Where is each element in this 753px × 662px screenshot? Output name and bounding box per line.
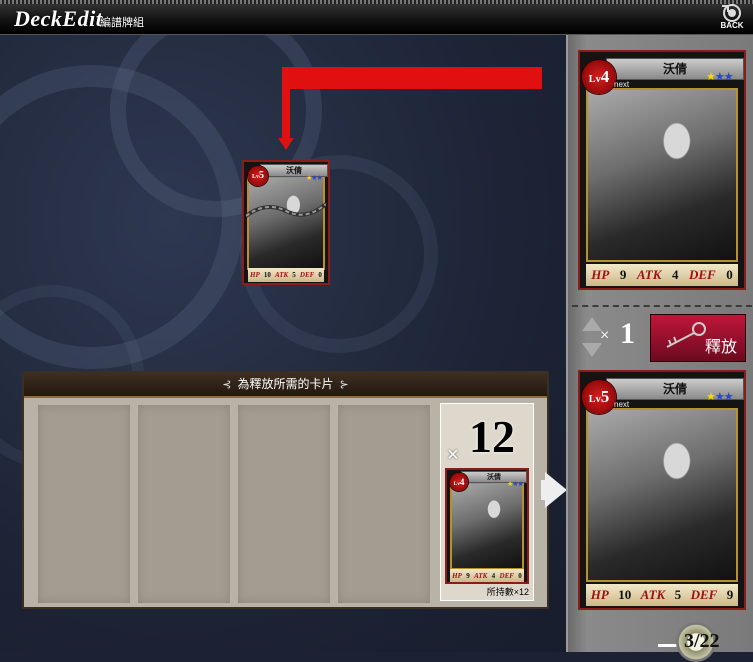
hp-label: HP	[452, 571, 462, 580]
release-panel-header: ⊰ 為釋放所需的卡片 ⊱	[24, 373, 547, 398]
card-stats: HP 9 ATK 4 DEF 0	[450, 569, 524, 582]
level-badge: Lv5	[248, 166, 268, 186]
card-counter: 3/22	[658, 620, 753, 662]
guide-arrow	[282, 67, 542, 89]
owned-count-label: 所持數×12	[486, 587, 529, 597]
rarity-stars: ★★★	[706, 71, 734, 83]
def-value: 0	[518, 571, 522, 580]
def-value: 0	[726, 267, 733, 282]
ornament-left-icon: ⊰	[222, 379, 232, 391]
next-label: next	[614, 400, 630, 409]
card-stats: HP 10 ATK 5 DEF 9	[586, 584, 738, 606]
level-value: 5	[600, 387, 610, 406]
card-art	[588, 90, 736, 260]
empty-card-slot[interactable]	[138, 405, 230, 603]
current-card-preview: 沃倩 Lv4 next ★★★ HP 9 ATK 4 DEF 0	[578, 50, 746, 290]
empty-card-slot[interactable]	[38, 405, 130, 603]
release-panel: ⊰ 為釋放所需的卡片 ⊱ × 12 沃倩 Lv4 ★★★ HP 9 ATK 4 DEF 0…	[22, 371, 549, 609]
stack-count: 12	[469, 411, 515, 462]
level-value: 4	[600, 67, 610, 86]
stack-card: 沃倩 Lv4 ★★★ HP 9 ATK 4 DEF 0	[445, 468, 529, 584]
atk-value: 4	[491, 571, 496, 580]
quantity-stepper[interactable]	[582, 317, 602, 357]
hp-value: 10	[263, 271, 271, 279]
hp-value: 10	[618, 587, 632, 602]
def-label: DEF	[690, 587, 718, 602]
def-label: DEF	[299, 271, 315, 279]
selected-card[interactable]: 沃倩 Lv5 ★★★ HP 10 ATK 5 DEF 0	[242, 160, 330, 285]
hp-label: HP	[590, 587, 609, 602]
rarity-stars: ★★★	[306, 174, 323, 182]
atk-label: ATK	[474, 571, 488, 580]
hp-label: HP	[591, 267, 610, 282]
top-stripe	[0, 0, 753, 4]
card-art	[588, 410, 736, 580]
empty-card-slot[interactable]	[238, 405, 330, 603]
card-stats: HP 9 ATK 4 DEF 0	[586, 264, 738, 286]
level-value: 5	[259, 170, 264, 181]
key-icon	[666, 322, 706, 348]
chain-icon	[246, 202, 326, 218]
decrease-arrow-icon[interactable]	[582, 343, 602, 357]
page-subtitle: 編譜牌組	[100, 17, 144, 29]
increase-arrow-icon[interactable]	[582, 317, 602, 331]
result-card-preview: 沃倩 Lv5 next ★★★ HP 10 ATK 5 DEF 9	[578, 370, 746, 610]
back-icon	[722, 4, 741, 22]
release-button-label: 釋放	[704, 339, 737, 356]
level-badge: Lv4	[582, 60, 616, 94]
release-button[interactable]: 釋放	[650, 314, 746, 362]
card-stack[interactable]: × 12 沃倩 Lv4 ★★★ HP 9 ATK 4 DEF 0 所持數×12	[440, 403, 534, 601]
rarity-stars: ★★★	[507, 480, 524, 488]
atk-value: 5	[292, 271, 296, 279]
release-row: × 1 釋放	[572, 313, 752, 363]
def-value: 0	[318, 271, 322, 279]
guide-arrow-head	[278, 138, 294, 150]
back-label: BACK	[720, 21, 744, 30]
atk-value: 5	[674, 587, 682, 602]
top-bar: DeckEdit 編譜牌組 BACK	[0, 0, 753, 35]
def-label: DEF	[499, 571, 514, 580]
card-stats: HP 10 ATK 5 DEF 0	[248, 268, 324, 282]
atk-label: ATK	[640, 587, 666, 602]
hp-value: 9	[619, 267, 627, 282]
level-prefix: Lv	[251, 174, 259, 180]
atk-label: ATK	[636, 267, 662, 282]
release-panel-title: 為釋放所需的卡片	[237, 377, 334, 391]
level-badge: Lv4	[450, 473, 468, 491]
card-art	[452, 484, 522, 568]
next-arrow-icon	[545, 472, 567, 508]
card-count: 3/22	[684, 630, 720, 652]
level-badge: Lv5	[582, 380, 616, 414]
stack-times: ×	[447, 444, 459, 466]
def-label: DEF	[688, 267, 716, 282]
back-button[interactable]: BACK	[714, 2, 750, 32]
atk-label: ATK	[274, 271, 289, 279]
def-value: 9	[726, 587, 734, 602]
release-count: 1	[620, 317, 635, 350]
level-prefix: Lv	[588, 74, 601, 85]
level-prefix: Lv	[588, 394, 601, 405]
divider	[572, 305, 752, 307]
rarity-stars: ★★★	[706, 391, 734, 403]
page-title: DeckEdit	[14, 6, 103, 31]
next-label: next	[614, 80, 630, 89]
atk-value: 4	[671, 267, 679, 282]
guide-arrow-stem	[282, 67, 290, 142]
ornament-right-icon: ⊱	[339, 379, 349, 391]
hp-label: HP	[250, 271, 260, 279]
release-times: ×	[600, 327, 610, 344]
level-value: 4	[459, 477, 465, 487]
hp-value: 9	[466, 571, 470, 580]
empty-card-slot[interactable]	[338, 405, 430, 603]
